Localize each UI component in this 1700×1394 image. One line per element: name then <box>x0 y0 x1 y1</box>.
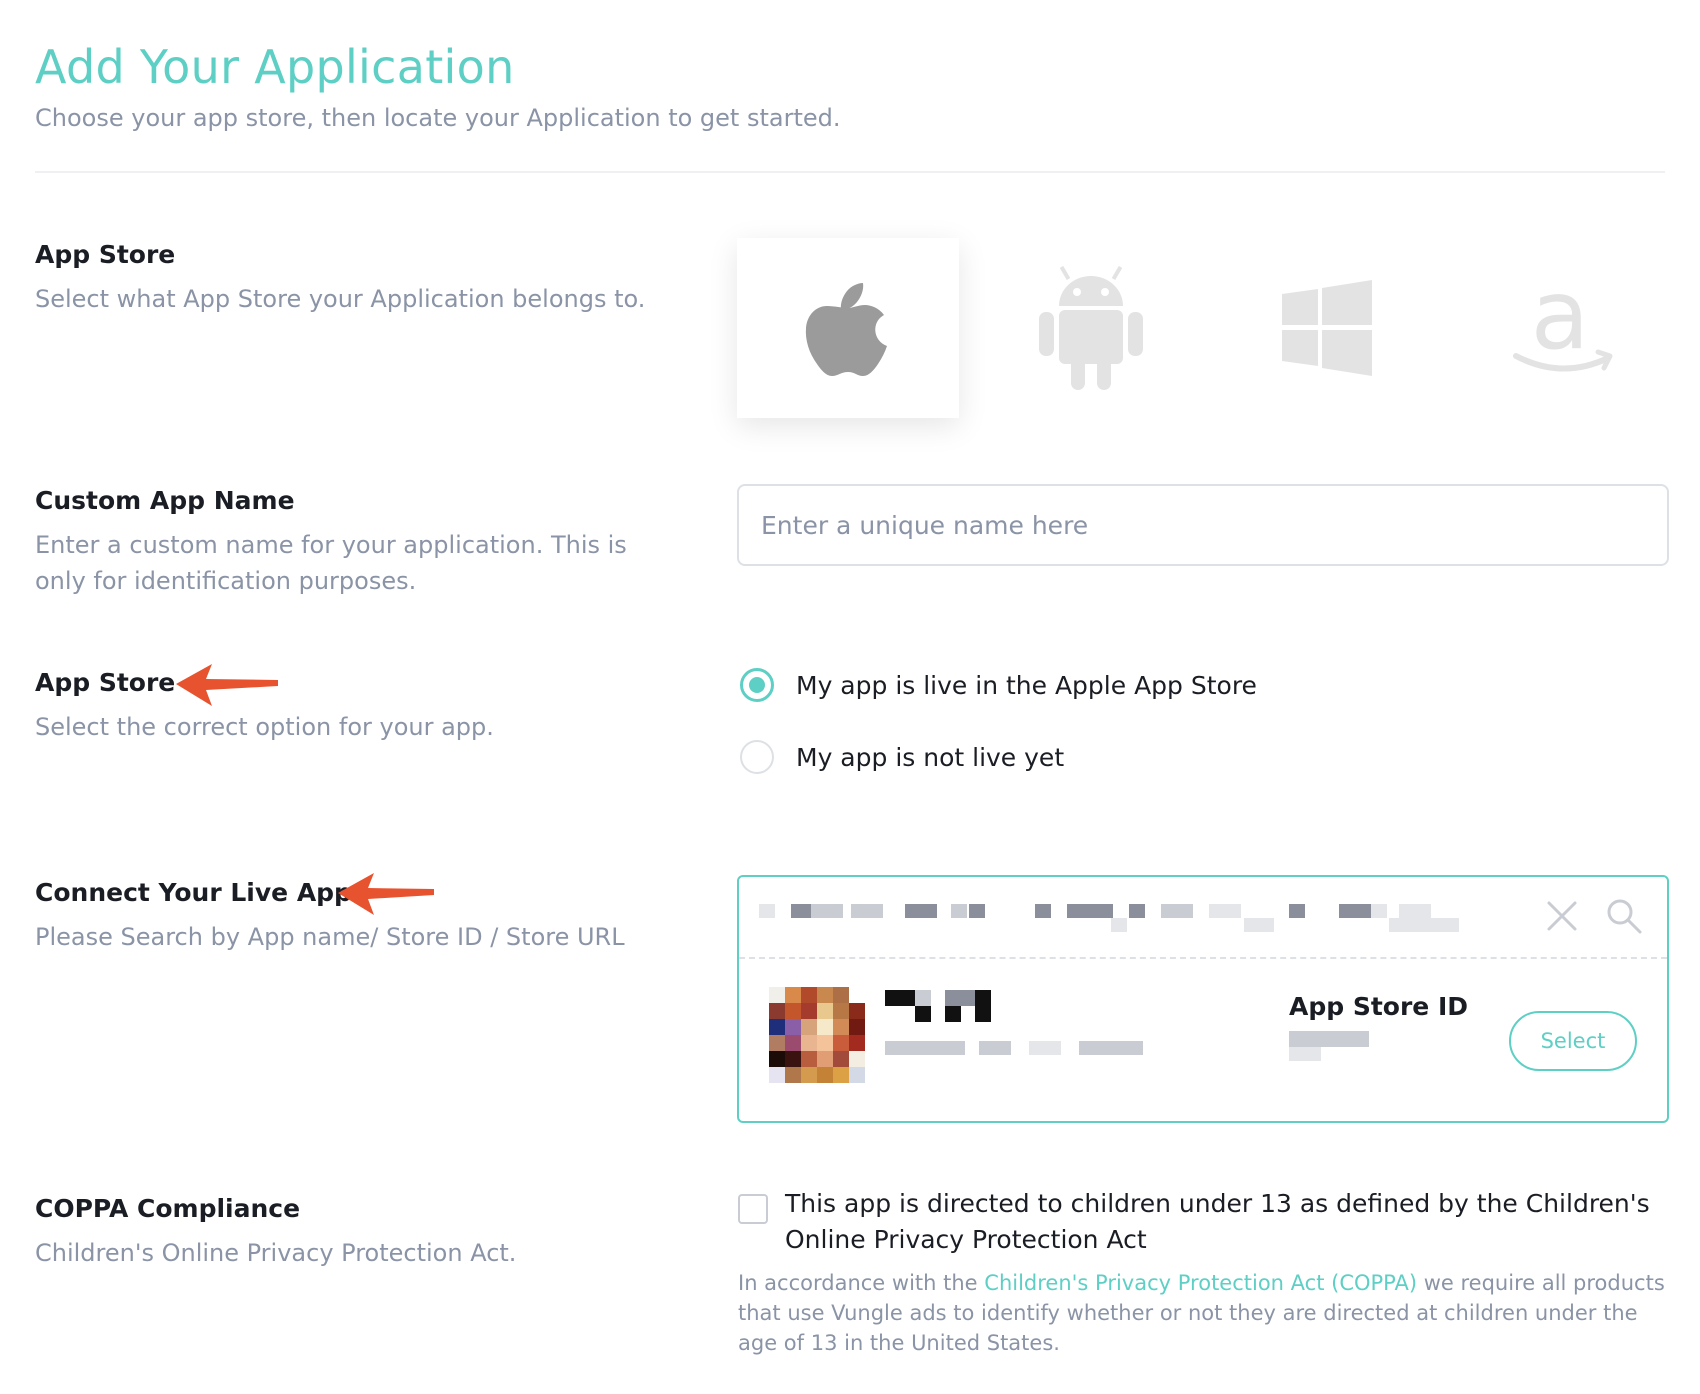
coppa-note: In accordance with the Children's Privac… <box>738 1268 1668 1358</box>
select-app-button[interactable]: Select <box>1509 1011 1637 1071</box>
page-subtitle: Choose your app store, then locate your … <box>35 104 841 132</box>
search-icon[interactable] <box>1605 897 1643 935</box>
app-live-title: App Store <box>35 668 176 697</box>
apple-icon <box>805 283 887 376</box>
clear-search-icon[interactable] <box>1545 899 1579 933</box>
custom-name-input[interactable] <box>737 484 1669 566</box>
custom-name-description: Enter a custom name for your application… <box>35 531 627 595</box>
app-thumbnail <box>769 987 865 1083</box>
annotation-arrow-icon <box>338 873 434 915</box>
svg-text:a: a <box>1531 276 1590 371</box>
store-id-label: App Store ID <box>1289 992 1469 1021</box>
app-live-description: Select the correct option for your app. <box>35 713 494 741</box>
page-title: Add Your Application <box>35 40 515 94</box>
store-option-amazon[interactable]: a <box>1452 238 1674 418</box>
connect-app-title: Connect Your Live App <box>35 878 352 907</box>
coppa-act-link[interactable]: Children's Privacy Protection Act (COPPA… <box>984 1271 1417 1295</box>
android-icon <box>1039 266 1143 390</box>
radio-live-indicator[interactable] <box>740 668 774 702</box>
app-search-box: App Store ID Select <box>737 875 1669 1123</box>
amazon-icon: a <box>1513 276 1613 372</box>
radio-option-live[interactable]: My app is live in the Apple App Store <box>740 668 1257 702</box>
coppa-note-intro: In accordance with the <box>738 1271 985 1295</box>
app-search-input[interactable] <box>739 877 1667 959</box>
header-divider <box>35 171 1665 173</box>
store-option-apple[interactable] <box>737 238 959 418</box>
app-store-description: Select what App Store your Application b… <box>35 285 646 313</box>
coppa-checkbox[interactable] <box>738 1194 768 1224</box>
windows-icon <box>1282 280 1372 376</box>
coppa-title: COPPA Compliance <box>35 1194 301 1223</box>
connect-app-description: Please Search by App name/ Store ID / St… <box>35 923 625 951</box>
radio-not-live-indicator[interactable] <box>740 740 774 774</box>
coppa-description: Children's Online Privacy Protection Act… <box>35 1239 517 1267</box>
custom-name-title: Custom App Name <box>35 486 295 515</box>
annotation-arrow-icon <box>176 664 278 706</box>
store-option-windows[interactable] <box>1216 238 1438 418</box>
coppa-checkbox-label: This app is directed to children under 1… <box>785 1189 1650 1254</box>
radio-option-not-live[interactable]: My app is not live yet <box>740 740 1064 774</box>
app-store-title: App Store <box>35 240 176 269</box>
store-option-android[interactable] <box>980 238 1202 418</box>
radio-live-label: My app is live in the Apple App Store <box>796 670 1257 700</box>
radio-not-live-label: My app is not live yet <box>796 742 1065 772</box>
